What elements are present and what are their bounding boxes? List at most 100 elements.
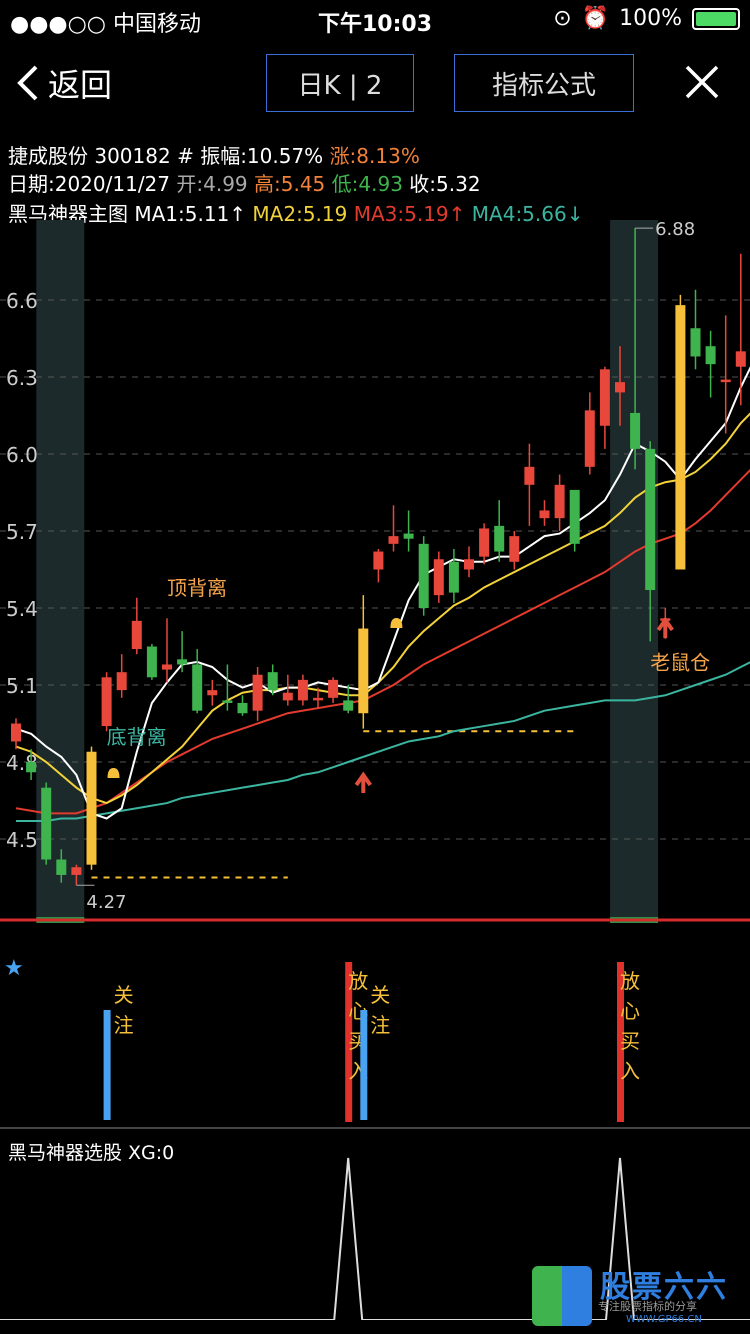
candle-body xyxy=(267,672,278,691)
alarm-icon: ⏰ xyxy=(581,6,610,31)
battery-percent: 100% xyxy=(619,6,682,31)
amplitude: # 振幅:10.57% xyxy=(177,144,324,168)
status-bar: ●●●○○ 中国移动 下午10:03 ⊙ ⏰ 100% xyxy=(0,0,750,40)
candle-body xyxy=(282,692,293,701)
candle-body xyxy=(177,659,188,665)
signal-text: 心 xyxy=(620,999,640,1023)
watermark-logo xyxy=(532,1266,592,1326)
candle-body xyxy=(373,551,384,570)
y-tick-label: 6.3 xyxy=(6,366,38,390)
signal-text: 放 xyxy=(348,969,368,993)
candle-body xyxy=(252,674,263,711)
candle-body xyxy=(524,466,535,485)
candle-body xyxy=(388,536,399,544)
candle-body xyxy=(675,305,686,570)
period-button[interactable]: 日K | 2 xyxy=(266,54,414,112)
candle-body xyxy=(539,510,550,519)
open-price: 开:4.99 xyxy=(176,172,248,196)
status-right: ⊙ ⏰ 100% xyxy=(553,6,740,31)
signal-text: 关 xyxy=(114,983,134,1007)
candle-body xyxy=(207,690,218,696)
signal-text: 买 xyxy=(620,1029,640,1053)
candle-body xyxy=(735,351,746,367)
candle-body xyxy=(569,489,580,544)
candle-body xyxy=(720,379,731,383)
candle-body xyxy=(146,646,157,678)
ohlc-info-line: 日期:2020/11/27 开:4.99 高:5.45 低:4.93 收:5.3… xyxy=(8,168,481,197)
candle-body xyxy=(297,679,308,701)
close-price: 收:5.32 xyxy=(409,172,481,196)
candle-body xyxy=(690,328,701,357)
candle-body xyxy=(433,559,444,596)
chevron-left-icon xyxy=(17,65,38,101)
candle-body xyxy=(71,867,82,875)
y-tick-label: 6.6 xyxy=(6,289,38,313)
rise-percent: 涨:8.13% xyxy=(329,144,420,168)
indicator-formula-button[interactable]: 指标公式 xyxy=(454,54,634,112)
y-tick-label: 5.7 xyxy=(6,520,38,544)
low-price: 低:4.93 xyxy=(331,172,403,196)
signal-bar xyxy=(103,1010,111,1120)
candle-body xyxy=(418,543,429,609)
candle-body xyxy=(479,528,490,557)
min-price-label: 4.27 xyxy=(86,892,126,913)
annotation-label-1: 底背离 xyxy=(107,725,167,749)
candle-body xyxy=(41,787,52,860)
candle-body xyxy=(162,664,172,670)
candle-body xyxy=(448,561,459,593)
back-label: 返回 xyxy=(48,66,113,104)
candle-body xyxy=(645,448,656,591)
stock-info-line: 捷成股份 300182 # 振幅:10.57% 涨:8.13% xyxy=(8,140,420,169)
candlestick-chart[interactable]: 4.54.85.15.45.76.06.36.66.884.27顶背离底背离老鼠… xyxy=(0,220,750,1320)
candle-body xyxy=(615,382,625,393)
signal-bar xyxy=(360,1010,368,1120)
candle-body xyxy=(56,859,67,875)
back-button[interactable]: 返回 xyxy=(14,60,112,106)
nav-bar: 返回 日K | 2 指标公式 xyxy=(0,50,750,120)
high-price: 高:5.45 xyxy=(254,172,326,196)
watermark-url: WWW.GP66.CN xyxy=(626,1314,702,1325)
signal-text: 放 xyxy=(620,969,640,993)
candle-body xyxy=(222,700,233,703)
y-tick-label: 6.0 xyxy=(6,443,38,467)
battery-icon xyxy=(692,7,740,30)
candle-body xyxy=(554,484,565,519)
signal-text: 注 xyxy=(114,1013,134,1037)
lock-icon: ⊙ xyxy=(553,6,572,31)
bell-icon xyxy=(107,768,120,778)
annotation-label-2: 老鼠仓 xyxy=(650,651,710,675)
stock-name: 捷成股份 300182 xyxy=(8,144,171,168)
candle-body xyxy=(464,559,474,570)
y-tick-label: 5.4 xyxy=(6,597,38,621)
signal-text: 关 xyxy=(370,983,390,1007)
candle-body xyxy=(237,702,248,714)
candle-body xyxy=(192,664,203,711)
watermark: 股票六六 专注股票指标的分享 WWW.GP66.CN xyxy=(530,1262,750,1330)
xg-label: 黑马神器选股 XG:0 xyxy=(8,1142,174,1164)
date: 日期:2020/11/27 xyxy=(8,172,171,196)
close-icon[interactable] xyxy=(684,64,720,100)
candle-body xyxy=(343,700,354,711)
candle-body xyxy=(358,628,369,714)
max-price-label: 6.88 xyxy=(655,220,695,240)
candle-body xyxy=(313,697,323,701)
annotation-label-0: 顶背离 xyxy=(167,576,227,600)
candle-body xyxy=(509,536,520,562)
candle-body xyxy=(599,369,610,426)
candle-body xyxy=(584,410,595,467)
candle-body xyxy=(630,412,641,449)
watermark-subtitle: 专注股票指标的分享 xyxy=(598,1300,697,1313)
up-arrow-icon xyxy=(656,616,674,638)
star-icon: ★ xyxy=(4,956,24,981)
y-tick-label: 5.1 xyxy=(6,674,38,698)
candle-body xyxy=(494,525,505,552)
signal-text: 注 xyxy=(370,1013,390,1037)
candle-body xyxy=(131,620,142,650)
y-tick-label: 4.5 xyxy=(6,828,38,852)
candle-body xyxy=(705,346,716,365)
candle-body xyxy=(86,751,97,865)
up-arrow-icon xyxy=(354,771,372,793)
candle-body xyxy=(328,679,339,698)
candle-body xyxy=(403,533,414,539)
candle-body xyxy=(116,672,127,691)
